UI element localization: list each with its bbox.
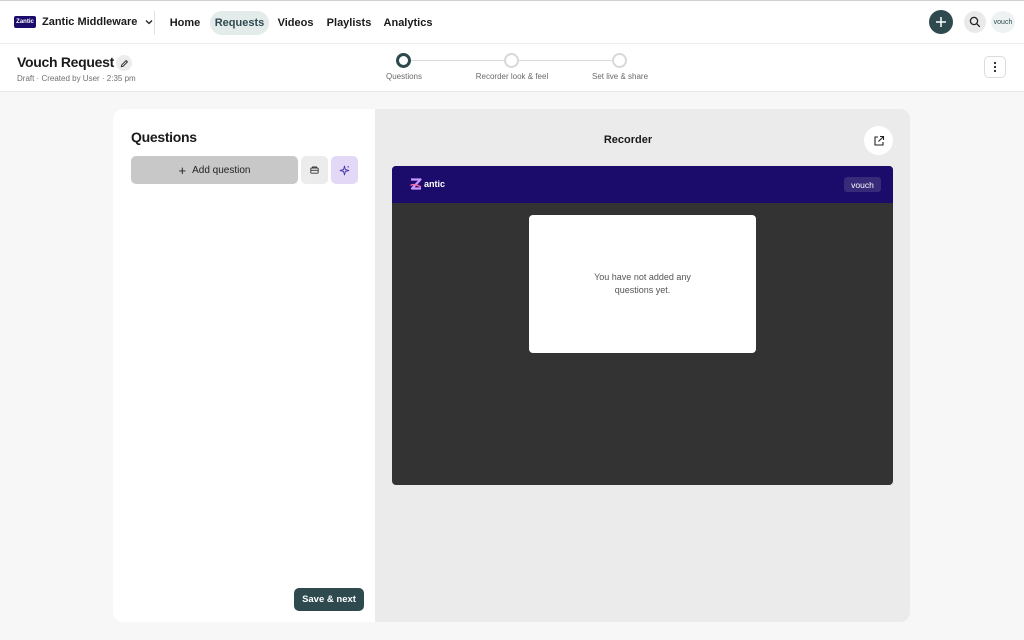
add-question-button[interactable]: + Add question [131,156,298,184]
step-share-label[interactable]: Set live & share [560,72,680,81]
ai-generate-button[interactable] [331,156,358,184]
external-link-icon [873,135,884,146]
org-name: Zantic Middleware [42,16,138,28]
org-logo: Zantic [14,16,36,28]
step-connector [519,60,613,61]
empty-state-card: You have not added any questions yet. [529,215,756,353]
nav-requests[interactable]: Requests [210,11,269,35]
request-header: Vouch Request Draft · Created by User · … [0,44,1024,92]
nav-videos[interactable]: Videos [274,11,317,35]
brand-logo: antic [409,177,445,191]
page-subtitle: Draft · Created by User · 2:35 pm [17,74,136,83]
empty-state-text: You have not added any questions yet. [594,272,691,295]
step-recorder-label[interactable]: Recorder look & feel [452,72,572,81]
archive-icon [310,166,319,174]
more-options-button[interactable] [984,56,1006,78]
page-title: Vouch Request [17,54,114,70]
pencil-icon [120,59,128,67]
step-recorder-indicator[interactable] [504,53,519,68]
kebab-icon [993,61,997,73]
questions-title: Questions [131,129,197,145]
sparkle-icon [339,165,350,175]
editor-card: Questions + Add question Save & next Rec… [113,109,910,622]
preview-header: antic vouch [392,166,893,203]
nav-home[interactable]: Home [164,11,206,35]
zantic-logo-icon [410,178,422,190]
create-button[interactable] [929,10,953,34]
questions-panel: Questions + Add question Save & next [113,109,375,622]
step-connector [411,60,505,61]
org-switcher[interactable]: Zantic Zantic Middleware [14,12,154,32]
nav-divider [154,11,155,35]
question-library-button[interactable] [301,156,328,184]
plus-icon: + [178,162,187,178]
plus-icon [936,17,946,27]
search-icon [969,16,981,28]
avatar[interactable]: vouch [991,11,1015,33]
save-next-button[interactable]: Save & next [294,588,364,611]
chevron-down-icon [145,20,153,25]
nav-playlists[interactable]: Playlists [324,11,374,35]
nav-analytics[interactable]: Analytics [381,11,435,35]
search-button[interactable] [964,11,986,33]
brand-text: antic [424,179,446,189]
step-questions-indicator[interactable] [396,53,411,68]
top-navigation: Zantic Zantic Middleware Home Requests V… [0,0,1024,44]
add-question-label: Add question [192,164,251,176]
recorder-preview: antic vouch You have not added any quest… [392,166,893,485]
vouch-badge: vouch [844,177,881,192]
edit-title-button[interactable] [116,55,132,71]
open-preview-button[interactable] [864,126,893,155]
step-questions-label[interactable]: Questions [344,72,464,81]
recorder-title: Recorder [603,134,653,146]
step-share-indicator[interactable] [612,53,627,68]
